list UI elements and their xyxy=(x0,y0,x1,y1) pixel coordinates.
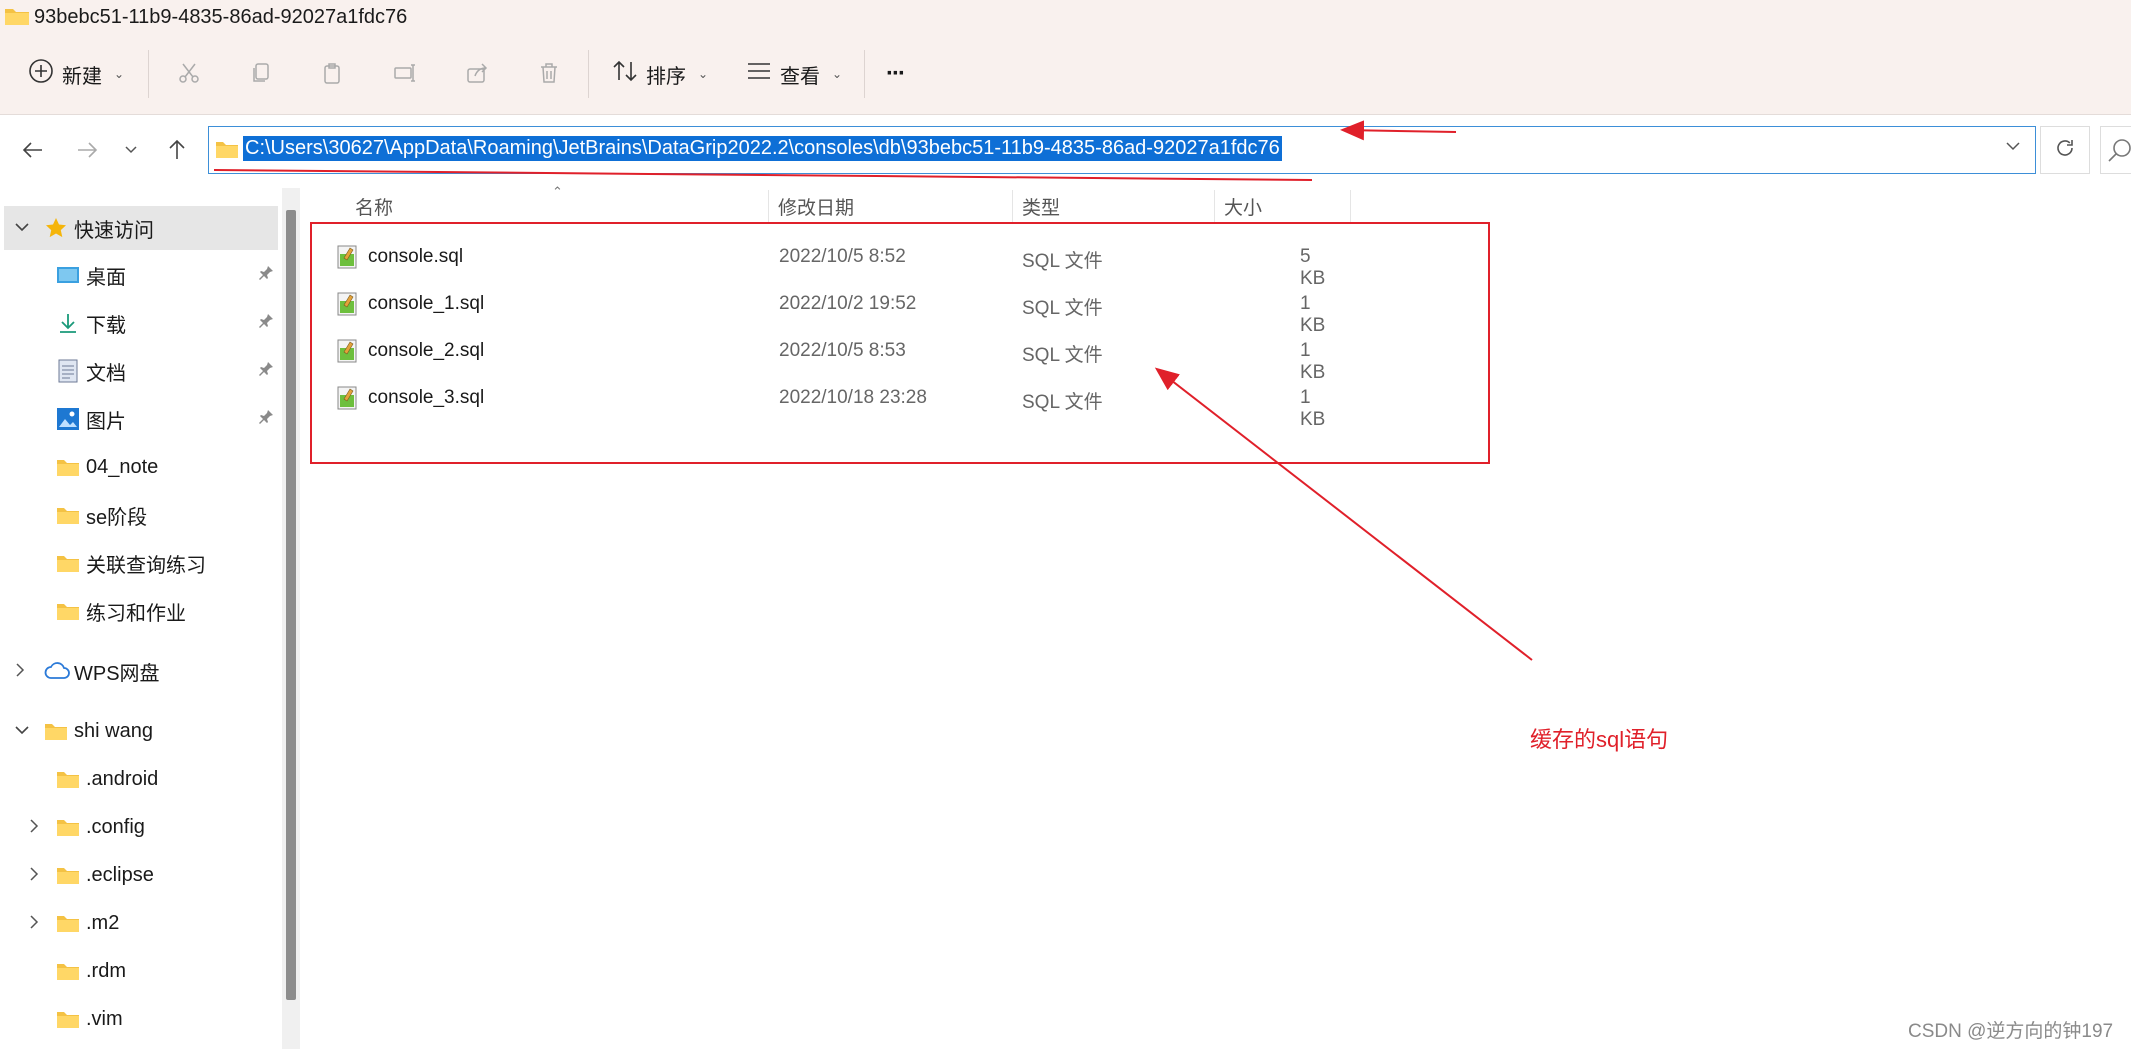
watermark-text: CSDN @逆方向的钟197 xyxy=(1908,1021,2114,1042)
files-annotation-arrow xyxy=(1154,367,1533,661)
annotation-text: 缓存的sql语句 xyxy=(1530,727,1669,752)
address-underline xyxy=(213,169,1313,181)
address-annotation-arrow xyxy=(1340,120,1457,141)
annotation-arrows xyxy=(213,120,1533,661)
